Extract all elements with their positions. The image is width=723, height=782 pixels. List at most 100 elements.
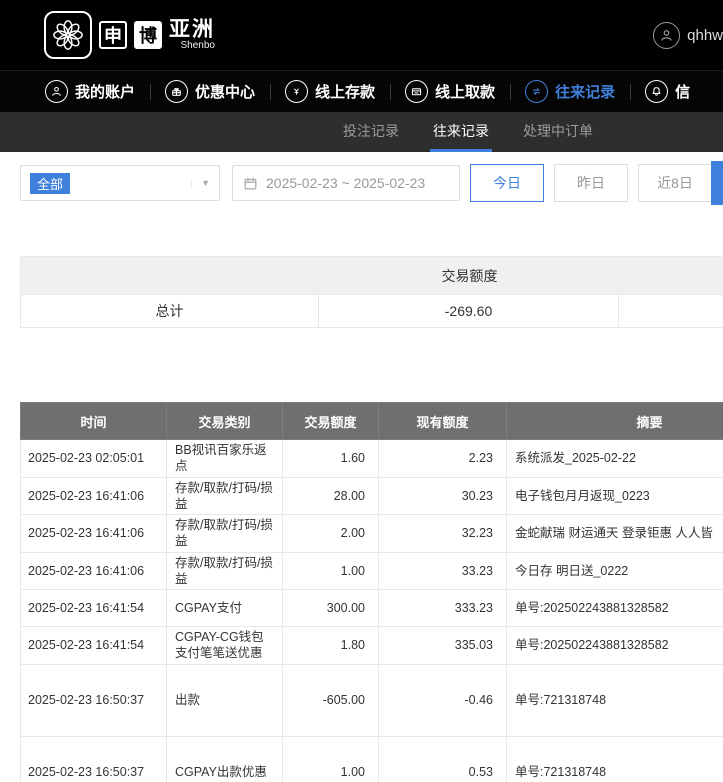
brand-char-bo: 博: [134, 21, 162, 49]
main-nav: 我的账户 优惠中心 线上存款 线上取款 往来记录: [0, 70, 723, 112]
cell-summary: 单号:202502243881328582: [507, 590, 723, 627]
calendar-icon: [243, 176, 258, 191]
summary-total-label: 总计: [21, 295, 319, 328]
cell-time: 2025-02-23 16:41:06: [21, 552, 167, 590]
cell-amount: 1.00: [283, 736, 379, 782]
cell-summary: 单号:721318748: [507, 736, 723, 782]
table-row: 2025-02-23 16:50:37 CGPAY出款优惠 1.00 0.53 …: [21, 736, 723, 782]
cell-amount: -605.00: [283, 664, 379, 736]
bell-icon: [645, 80, 668, 103]
cell-type: 存款/取款/打码/损益: [167, 477, 283, 515]
cell-summary: 单号:721318748: [507, 664, 723, 736]
cell-amount: 28.00: [283, 477, 379, 515]
nav-item-label: 线上取款: [435, 81, 495, 102]
nav-item-transaction-records[interactable]: 往来记录: [510, 71, 630, 112]
date-range-value: 2025-02-23 ~ 2025-02-23: [266, 175, 425, 191]
quick-filter-yesterday[interactable]: 昨日: [554, 164, 628, 202]
nav-item-online-deposit[interactable]: 线上存款: [270, 71, 390, 112]
nav-item-label: 往来记录: [555, 81, 615, 102]
cell-time: 2025-02-23 16:50:37: [21, 664, 167, 736]
cell-amount: 2.00: [283, 515, 379, 553]
tab-processing-orders[interactable]: 处理中订单: [520, 112, 596, 152]
record-tabs: 投注记录 往来记录 处理中订单: [0, 112, 723, 152]
brand-subtitle: Shenbo: [181, 41, 215, 52]
search-button[interactable]: [711, 161, 723, 205]
brand-char-shen: 申: [99, 21, 127, 49]
nav-item-my-account[interactable]: 我的账户: [30, 71, 150, 112]
cell-time: 2025-02-23 16:41:54: [21, 627, 167, 665]
cell-type: 出款: [167, 664, 283, 736]
top-header: 申 博 亚洲 Shenbo qhhw: [0, 0, 723, 70]
cell-balance: 333.23: [379, 590, 507, 627]
cell-balance: 2.23: [379, 440, 507, 478]
chevron-down-icon: ▼: [191, 179, 210, 188]
cell-amount: 300.00: [283, 590, 379, 627]
cell-type: 存款/取款/打码/损益: [167, 552, 283, 590]
flower-logo-icon: [44, 11, 92, 59]
summary-empty-cell: [619, 295, 723, 328]
date-range-input[interactable]: 2025-02-23 ~ 2025-02-23: [232, 165, 460, 201]
cell-type: 存款/取款/打码/损益: [167, 515, 283, 553]
summary-total-value: -269.60: [319, 295, 619, 328]
tab-transaction-records[interactable]: 往来记录: [430, 112, 492, 152]
cell-time: 2025-02-23 02:05:01: [21, 440, 167, 478]
records-icon: [525, 80, 548, 103]
category-selected-value: 全部: [30, 173, 70, 194]
cell-type: CGPAY-CG钱包支付笔笔送优惠: [167, 627, 283, 665]
nav-item-messages[interactable]: 信: [630, 71, 705, 112]
summary-title: 交易额度: [21, 257, 723, 295]
cell-summary: 金蛇献瑞 财运通天 登录钜惠 人人皆: [507, 515, 723, 553]
col-header-time: 时间: [21, 403, 167, 440]
cell-balance: 30.23: [379, 477, 507, 515]
username: qhhw: [687, 27, 723, 44]
table-row: 2025-02-23 16:41:06 存款/取款/打码/损益 1.00 33.…: [21, 552, 723, 590]
table-row: 2025-02-23 16:41:06 存款/取款/打码/损益 2.00 32.…: [21, 515, 723, 553]
nav-item-promotions[interactable]: 优惠中心: [150, 71, 270, 112]
nav-item-label: 我的账户: [75, 81, 135, 102]
cell-summary: 单号:202502243881328582: [507, 627, 723, 665]
col-header-amount: 交易额度: [283, 403, 379, 440]
nav-item-label: 信: [675, 81, 690, 102]
col-header-summary: 摘要: [507, 403, 723, 440]
cell-time: 2025-02-23 16:41:06: [21, 477, 167, 515]
table-row: 2025-02-23 16:50:37 出款 -605.00 -0.46 单号:…: [21, 664, 723, 736]
col-header-type: 交易类别: [167, 403, 283, 440]
tab-betting-records[interactable]: 投注记录: [340, 112, 402, 152]
quick-filter-today[interactable]: 今日: [470, 164, 544, 202]
gift-icon: [165, 80, 188, 103]
deposit-icon: [285, 80, 308, 103]
cell-balance: 33.23: [379, 552, 507, 590]
cell-time: 2025-02-23 16:50:37: [21, 736, 167, 782]
cell-balance: 335.03: [379, 627, 507, 665]
col-header-balance: 现有额度: [379, 403, 507, 440]
table-row: 2025-02-23 16:41:06 存款/取款/打码/损益 28.00 30…: [21, 477, 723, 515]
user-menu[interactable]: qhhw: [653, 22, 723, 49]
nav-item-online-withdrawal[interactable]: 线上取款: [390, 71, 510, 112]
cell-balance: 32.23: [379, 515, 507, 553]
records-tbody: 2025-02-23 02:05:01 BB视讯百家乐返点 1.60 2.23 …: [21, 440, 723, 782]
nav-item-label: 线上存款: [315, 81, 375, 102]
brand-region-label: 亚洲: [169, 19, 215, 41]
cell-amount: 1.00: [283, 552, 379, 590]
brand-region: 亚洲 Shenbo: [169, 19, 215, 52]
records-header-row: 时间 交易类别 交易额度 现有额度 摘要: [21, 403, 723, 440]
records-table: 时间 交易类别 交易额度 现有额度 摘要 2025-02-23 02:05:01…: [20, 402, 723, 782]
cell-type: BB视讯百家乐返点: [167, 440, 283, 478]
category-select[interactable]: 全部 ▼: [20, 165, 220, 201]
cell-time: 2025-02-23 16:41:06: [21, 515, 167, 553]
brand-logo[interactable]: 申 博 亚洲 Shenbo: [44, 11, 215, 59]
table-row: 2025-02-23 16:41:54 CGPAY支付 300.00 333.2…: [21, 590, 723, 627]
cell-type: CGPAY出款优惠: [167, 736, 283, 782]
table-row: 2025-02-23 16:41:54 CGPAY-CG钱包支付笔笔送优惠 1.…: [21, 627, 723, 665]
cell-summary: 今日存 明日送_0222: [507, 552, 723, 590]
cell-summary: 电子钱包月月返现_0223: [507, 477, 723, 515]
nav-item-label: 优惠中心: [195, 81, 255, 102]
cell-type: CGPAY支付: [167, 590, 283, 627]
quick-filter-last8days[interactable]: 近8日: [638, 164, 712, 202]
cell-summary: 系统派发_2025-02-22: [507, 440, 723, 478]
avatar-icon: [653, 22, 680, 49]
user-icon: [45, 80, 68, 103]
cell-time: 2025-02-23 16:41:54: [21, 590, 167, 627]
cell-amount: 1.80: [283, 627, 379, 665]
filter-bar: 全部 ▼ 2025-02-23 ~ 2025-02-23 今日 昨日 近8日: [0, 152, 723, 214]
